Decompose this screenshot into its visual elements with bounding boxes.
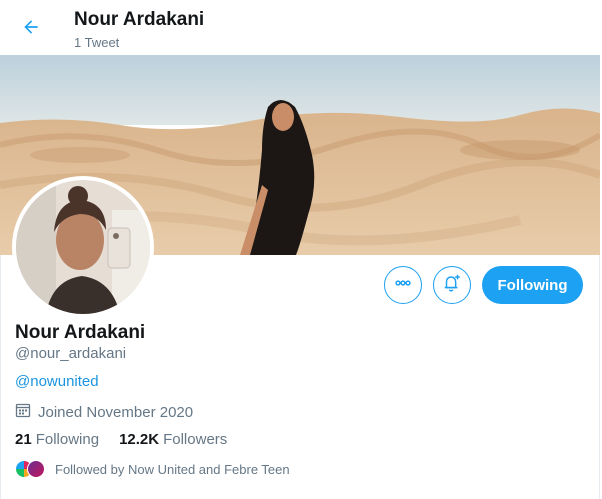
more-button[interactable] — [384, 266, 422, 304]
header-title: Nour Ardakani — [74, 9, 205, 30]
followed-by-text: Followed by Now United and Febre Teen — [55, 461, 290, 477]
mini-avatar — [27, 460, 45, 478]
following-label: Following — [35, 431, 100, 448]
calendar-icon — [15, 402, 38, 422]
followers-label: Followers — [163, 431, 228, 448]
tweet-count: 1 Tweet — [74, 35, 120, 50]
bio-mention-link[interactable]: @nowunited — [15, 373, 99, 390]
notifications-button[interactable] — [433, 266, 471, 304]
arrow-left-icon — [21, 17, 41, 42]
joined-date: Joined November 2020 — [15, 402, 193, 422]
following-button[interactable]: Following — [482, 266, 583, 304]
following-stat-link[interactable]: 21 Following — [15, 431, 99, 448]
avatar-photo — [16, 180, 150, 314]
following-count: 21 — [15, 431, 32, 448]
more-horizontal-icon — [393, 273, 413, 298]
followed-by-link[interactable]: Followed by Now United and Febre Teen — [15, 460, 290, 478]
followers-count: 12.2K — [119, 431, 160, 448]
followers-stat-link[interactable]: 12.2K Followers — [119, 431, 227, 448]
bell-plus-icon — [441, 272, 463, 299]
follow-stats: 21 Following 12.2K Followers — [15, 431, 247, 448]
avatar[interactable] — [12, 176, 154, 318]
followed-by-avatars — [15, 460, 45, 478]
joined-text: Joined November 2020 — [38, 403, 194, 421]
profile-header: Nour Ardakani 1 Tweet — [0, 0, 600, 55]
profile-handle: @nour_ardakani — [15, 345, 127, 362]
profile-name: Nour Ardakani — [15, 322, 146, 343]
back-button[interactable] — [14, 12, 48, 46]
